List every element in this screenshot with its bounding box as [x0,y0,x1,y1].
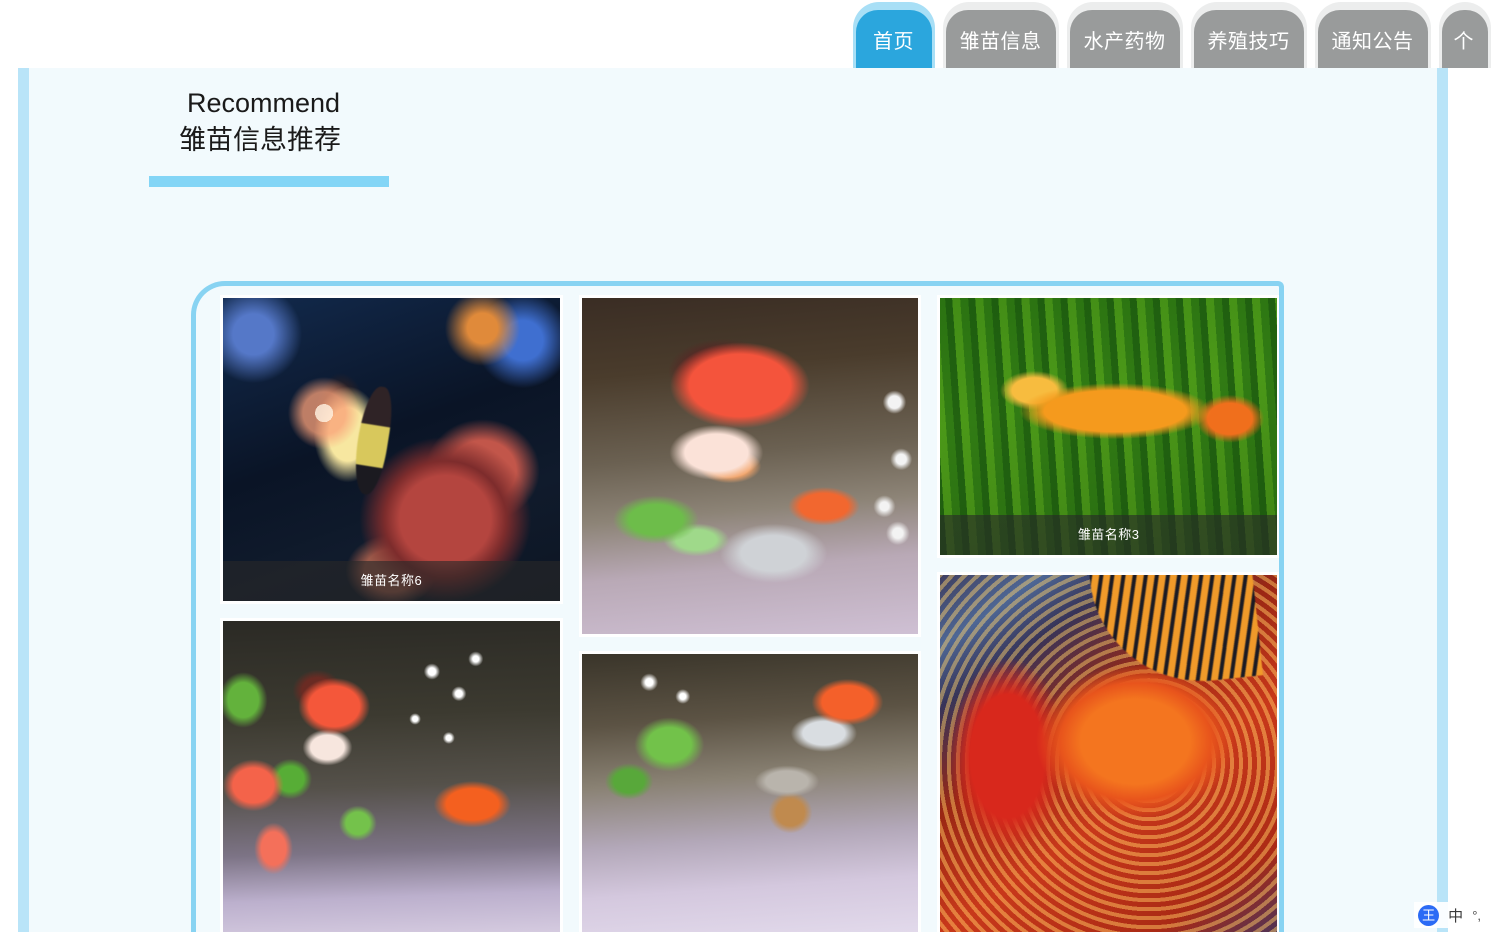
section-underline-bar [149,176,389,187]
aquarium-photo-1 [223,298,560,601]
nav-tab-home[interactable]: 首页 [852,2,935,68]
gallery-card[interactable] [937,572,1279,932]
top-navigation: 首页 雏苗信息 水产药物 养殖技巧 通知公告 个 [0,0,1491,68]
aquarium-photo-3 [581,298,919,634]
recommend-gallery-grid: 雏苗名称6 雏苗名称3 [220,295,1279,932]
page-content: Recommend 雏苗信息推荐 雏苗名称6 雏苗名称3 [29,68,1437,932]
nav-tab-fry-info[interactable]: 雏苗信息 [942,2,1059,68]
gallery-card[interactable]: 雏苗名称3 [937,295,1279,558]
recommend-gallery-container: 雏苗名称6 雏苗名称3 [191,281,1284,932]
nav-tab-personal-center[interactable]: 个 [1438,2,1491,68]
gallery-card-image [581,654,919,932]
page-frame: Recommend 雏苗信息推荐 雏苗名称6 雏苗名称3 [18,68,1448,932]
nav-tab-aquatic-drugs-label: 水产药物 [1069,10,1180,68]
gallery-card[interactable]: 雏苗名称6 [220,295,563,604]
gallery-card-image [223,621,560,932]
aquarium-photo-2 [223,621,560,932]
nav-tab-aquatic-drugs[interactable]: 水产药物 [1066,2,1183,68]
section-title-cn: 雏苗信息推荐 [179,125,341,155]
section-title-en: Recommend [187,88,341,118]
gallery-card-caption: 雏苗名称3 [940,515,1277,555]
ime-indicator[interactable]: 王 中 °, [1414,902,1485,928]
gallery-card-image: 雏苗名称6 [223,298,560,601]
screen: 首页 雏苗信息 水产药物 养殖技巧 通知公告 个 Recommend 雏苗信息推… [0,0,1491,932]
nav-tab-breeding-tips-label: 养殖技巧 [1193,10,1304,68]
aquarium-photo-4 [581,654,919,932]
nav-tab-personal-center-label: 个 [1441,10,1488,68]
nav-tab-breeding-tips[interactable]: 养殖技巧 [1190,2,1307,68]
nav-tab-fry-info-label: 雏苗信息 [945,10,1056,68]
ime-logo-icon[interactable]: 王 [1418,904,1440,926]
ime-punctuation-icon[interactable]: °, [1472,908,1481,923]
nav-tab-announcements-label: 通知公告 [1317,10,1428,68]
nav-tab-announcements[interactable]: 通知公告 [1314,2,1431,68]
gallery-card[interactable] [578,295,922,637]
gallery-card[interactable] [220,618,563,932]
nav-tab-home-label: 首页 [855,10,932,68]
gallery-card-image [581,298,919,634]
section-heading: Recommend 雏苗信息推荐 [149,85,569,187]
gallery-card-image [940,575,1277,932]
gallery-card-caption: 雏苗名称6 [223,561,560,601]
aquarium-photo-6 [940,575,1277,932]
gallery-card[interactable] [578,651,922,932]
gallery-card-image: 雏苗名称3 [940,298,1277,555]
nav-tab-list: 首页 雏苗信息 水产药物 养殖技巧 通知公告 个 [852,0,1491,68]
ime-language-mode[interactable]: 中 [1448,905,1463,926]
